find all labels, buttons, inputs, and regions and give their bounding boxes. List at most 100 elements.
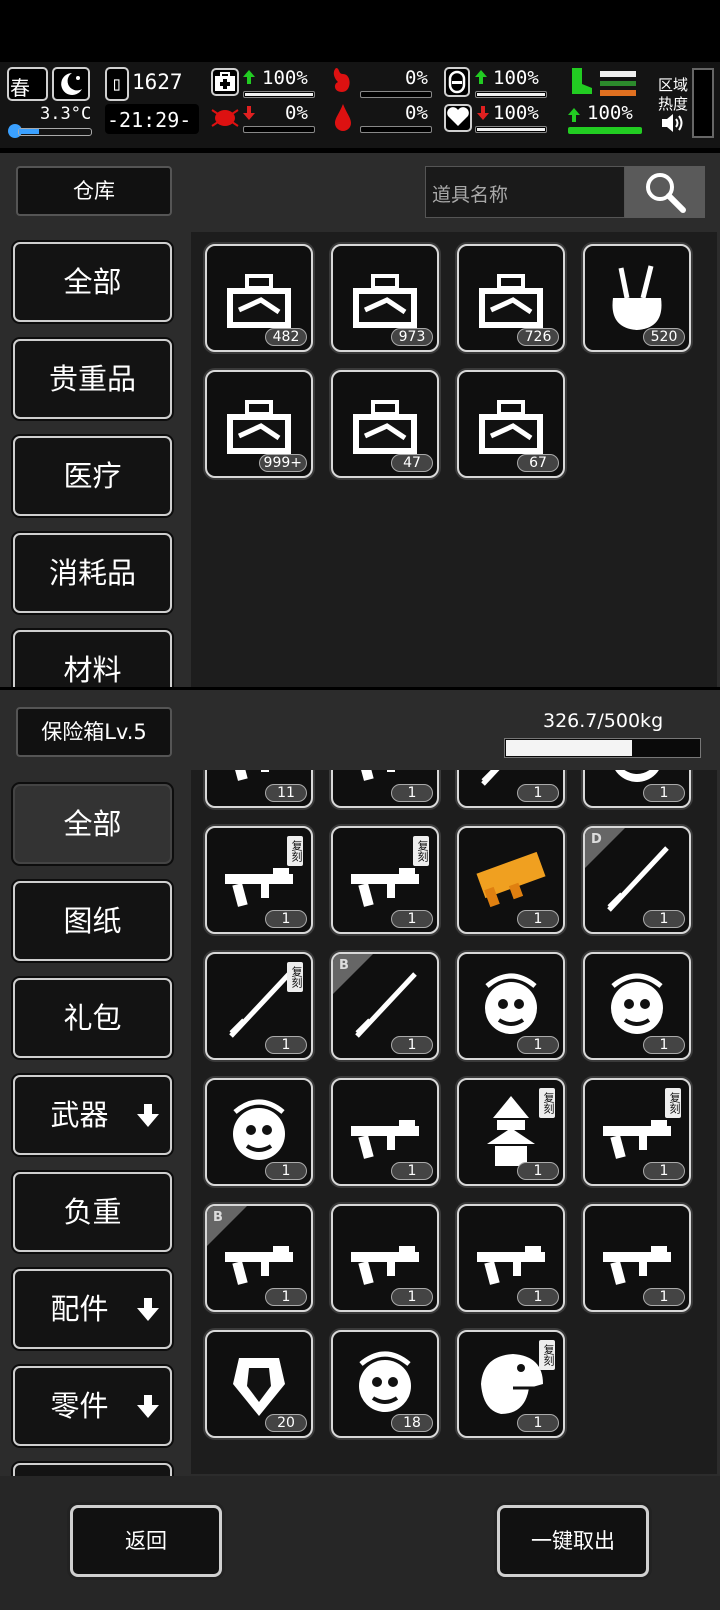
item-slot[interactable]: 20	[205, 1330, 313, 1438]
item-slot[interactable]: 1	[457, 1204, 565, 1312]
item-slot[interactable]: 1	[205, 1078, 313, 1186]
safe-category-gift-packs[interactable]: 礼包	[13, 978, 172, 1058]
search-icon	[646, 173, 686, 213]
item-slot[interactable]: 1	[331, 1078, 439, 1186]
heat-label: 热度	[658, 95, 689, 113]
safe-category-weapons[interactable]: 武器	[13, 1075, 172, 1155]
category-consumables[interactable]: 消耗品	[13, 533, 172, 613]
item-count: 1	[391, 1036, 433, 1054]
virus-icon	[210, 104, 240, 132]
item-count: 1	[643, 1288, 685, 1306]
item-count: 1	[517, 1036, 559, 1054]
item-slot[interactable]: 复刻 1	[331, 826, 439, 934]
item-slot[interactable]: 复刻 1	[457, 1078, 565, 1186]
item-count: 1	[517, 1288, 559, 1306]
item-slot[interactable]: 复刻 1	[457, 1330, 565, 1438]
sniper-rifle-icon	[351, 868, 419, 907]
item-slot[interactable]: 999+	[205, 370, 313, 478]
grade-label: D	[591, 832, 602, 847]
toolbox-icon	[227, 274, 291, 328]
item-slot[interactable]: 1	[583, 952, 691, 1060]
medusa-icon	[611, 973, 663, 1034]
item-slot[interactable]: 复刻 1	[583, 1078, 691, 1186]
blood-drop-icon	[333, 102, 353, 132]
item-slot[interactable]: 1	[583, 770, 691, 808]
heart-value: 100%	[493, 102, 539, 124]
safe-category-more[interactable]	[13, 1463, 172, 1476]
item-slot[interactable]: 1	[331, 770, 439, 808]
chevron-down-icon	[137, 1395, 159, 1418]
car-toolbox-icon	[479, 400, 543, 454]
stomach-icon	[330, 66, 354, 96]
protection-bar	[475, 91, 547, 98]
item-slot[interactable]: 1	[583, 1204, 691, 1312]
heart-bar	[475, 126, 547, 133]
safe-category-load[interactable]: 负重	[13, 1172, 172, 1252]
protection-value: 100%	[493, 67, 539, 89]
item-slot[interactable]: 1	[457, 952, 565, 1060]
item-slot[interactable]: 复刻 1	[205, 952, 313, 1060]
item-slot[interactable]: 47	[331, 370, 439, 478]
tool-bag-icon	[612, 265, 662, 330]
category-materials[interactable]: 材料	[13, 630, 172, 687]
category-valuables[interactable]: 贵重品	[13, 339, 172, 419]
item-slot[interactable]: 973	[331, 244, 439, 352]
take-all-button[interactable]: 一键取出	[497, 1505, 649, 1577]
search-button[interactable]	[625, 166, 705, 218]
reprint-tag: 复刻	[287, 962, 303, 992]
safe-category-all[interactable]: 全部	[13, 784, 172, 864]
item-slot[interactable]: D1	[583, 826, 691, 934]
item-slot[interactable]: 726	[457, 244, 565, 352]
long-rifle-icon	[351, 1246, 419, 1285]
safe-category-weapons-label: 武器	[50, 1098, 109, 1132]
grade-label: B	[339, 958, 349, 973]
health-value: 100%	[262, 67, 308, 89]
pagoda-icon	[487, 1096, 535, 1166]
item-slot[interactable]: 1	[457, 770, 565, 808]
item-slot[interactable]: 18	[331, 1330, 439, 1438]
safe-category-accessories-label: 配件	[50, 1292, 109, 1326]
golden-shotgun-icon	[476, 851, 546, 908]
stamina-up-arrow	[568, 108, 580, 122]
heart-down-arrow	[477, 106, 489, 120]
item-count: 1	[391, 784, 433, 802]
item-count: 1	[265, 1288, 307, 1306]
item-count: 973	[391, 328, 433, 346]
item-slot[interactable]: B1	[205, 1204, 313, 1312]
item-count: 520	[643, 328, 685, 346]
grade-corner	[585, 828, 627, 870]
category-medical[interactable]: 医疗	[13, 436, 172, 516]
item-slot[interactable]: 1	[457, 826, 565, 934]
speaker-icon[interactable]	[660, 112, 686, 134]
safe-category-accessories[interactable]: 配件	[13, 1269, 172, 1349]
item-slot[interactable]: B1	[331, 952, 439, 1060]
safe-tab[interactable]: 保险箱Lv.5	[16, 707, 172, 757]
item-slot[interactable]: 67	[457, 370, 565, 478]
dinosaur-icon	[481, 1354, 543, 1414]
reprint-tag: 复刻	[287, 836, 303, 866]
item-slot[interactable]: 复刻 1	[205, 826, 313, 934]
back-button[interactable]: 返回	[70, 1505, 222, 1577]
safe-category-blueprints[interactable]: 图纸	[13, 881, 172, 961]
safe-category-parts[interactable]: 零件	[13, 1366, 172, 1446]
item-slot[interactable]: 482	[205, 244, 313, 352]
blaster-icon	[603, 1246, 671, 1285]
item-count: 18	[391, 1414, 433, 1432]
category-all[interactable]: 全部	[13, 242, 172, 322]
chevron-down-icon	[137, 1298, 159, 1321]
item-count: 726	[517, 328, 559, 346]
safe-weight-fill	[506, 740, 632, 756]
safe-weight: 326.7/500kg	[543, 710, 664, 732]
weather-bar-green	[600, 81, 636, 86]
item-slot[interactable]: 1	[331, 1204, 439, 1312]
temperature-value: 3.3°C	[40, 104, 92, 124]
clock: -21:29-	[105, 104, 199, 134]
chevron-down-icon	[137, 1104, 159, 1127]
reprint-tag: 复刻	[539, 1340, 555, 1370]
warehouse-tab[interactable]: 仓库	[16, 166, 172, 216]
search-placeholder-text: 道具名称	[432, 184, 509, 206]
item-slot[interactable]: 520	[583, 244, 691, 352]
grade-corner	[207, 1206, 249, 1248]
item-slot[interactable]: 11	[205, 770, 313, 808]
infection-value: 0%	[285, 102, 308, 124]
